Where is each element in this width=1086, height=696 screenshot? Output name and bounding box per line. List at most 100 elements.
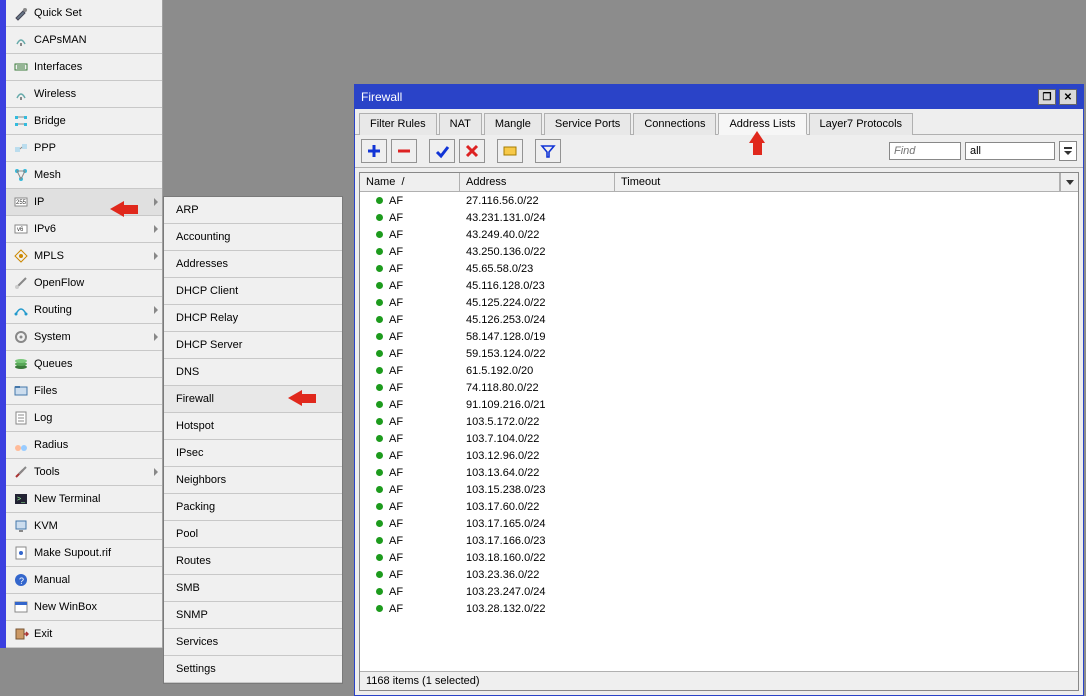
address-list-row[interactable]: AF45.125.224.0/22 [360,294,1078,311]
address-list-row[interactable]: AF103.23.247.0/24 [360,583,1078,600]
address-list-row[interactable]: AF27.116.56.0/22 [360,192,1078,209]
menu-item-routing[interactable]: Routing [6,297,162,324]
menu-item-kvm[interactable]: KVM [6,513,162,540]
submenu-item-routes[interactable]: Routes [164,548,342,575]
address-list-row[interactable]: AF45.65.58.0/23 [360,260,1078,277]
add-button[interactable] [361,139,387,163]
disable-button[interactable] [459,139,485,163]
menu-item-exit[interactable]: Exit [6,621,162,648]
address-list-row[interactable]: AF43.250.136.0/22 [360,243,1078,260]
address-list-row[interactable]: AF45.116.128.0/23 [360,277,1078,294]
submenu-item-accounting[interactable]: Accounting [164,224,342,251]
submenu-item-dhcp-server[interactable]: DHCP Server [164,332,342,359]
filter-dropdown[interactable]: all [965,142,1055,160]
tab-address-lists[interactable]: Address Lists [718,113,806,135]
tab-connections[interactable]: Connections [633,113,716,135]
menu-item-bridge[interactable]: Bridge [6,108,162,135]
address-list-row[interactable]: AF103.23.36.0/22 [360,566,1078,583]
submenu-item-neighbors[interactable]: Neighbors [164,467,342,494]
comment-button[interactable] [497,139,523,163]
menu-item-mesh[interactable]: Mesh [6,162,162,189]
address-list-row[interactable]: AF103.17.166.0/23 [360,532,1078,549]
column-header-address[interactable]: Address [460,173,615,191]
remove-button[interactable] [391,139,417,163]
submenu-arrow-icon [154,333,158,341]
address-list-row[interactable]: AF45.126.253.0/24 [360,311,1078,328]
submenu-item-settings[interactable]: Settings [164,656,342,683]
find-input[interactable] [889,142,961,160]
menu-item-radius[interactable]: Radius [6,432,162,459]
menu-item-tools[interactable]: Tools [6,459,162,486]
submenu-item-smb[interactable]: SMB [164,575,342,602]
menu-item-label: IP [34,196,44,208]
address-list-row[interactable]: AF61.5.192.0/20 [360,362,1078,379]
mesh-icon [12,167,30,183]
submenu-item-firewall[interactable]: Firewall [164,386,342,413]
submenu-item-snmp[interactable]: SNMP [164,602,342,629]
address-list-row[interactable]: AF103.13.64.0/22 [360,464,1078,481]
column-menu-button[interactable] [1060,173,1078,191]
submenu-item-hotspot[interactable]: Hotspot [164,413,342,440]
tab-nat[interactable]: NAT [439,113,482,135]
filter-button[interactable] [535,139,561,163]
submenu-item-addresses[interactable]: Addresses [164,251,342,278]
tab-layer7-protocols[interactable]: Layer7 Protocols [809,113,914,135]
menu-item-make-supout-rif[interactable]: Make Supout.rif [6,540,162,567]
tab-mangle[interactable]: Mangle [484,113,542,135]
submenu-item-dns[interactable]: DNS [164,359,342,386]
address-list-row[interactable]: AF43.231.131.0/24 [360,209,1078,226]
submenu-item-pool[interactable]: Pool [164,521,342,548]
address-list-row[interactable]: AF43.249.40.0/22 [360,226,1078,243]
address-list-row[interactable]: AF103.17.165.0/24 [360,515,1078,532]
menu-item-ppp[interactable]: PPP [6,135,162,162]
submenu-item-ipsec[interactable]: IPsec [164,440,342,467]
submenu-item-services[interactable]: Services [164,629,342,656]
address-list-row[interactable]: AF103.15.238.0/23 [360,481,1078,498]
status-dot-icon [376,486,383,493]
submenu-item-dhcp-client[interactable]: DHCP Client [164,278,342,305]
row-name: AF [360,416,460,428]
menu-item-label: Make Supout.rif [34,547,111,559]
menu-item-wireless[interactable]: Wireless [6,81,162,108]
window-close-button[interactable]: ✕ [1059,89,1077,105]
submenu-item-packing[interactable]: Packing [164,494,342,521]
row-name: AF [360,348,460,360]
menu-item-files[interactable]: Files [6,378,162,405]
address-list-row[interactable]: AF103.28.132.0/22 [360,600,1078,617]
menu-item-ipv6[interactable]: v6IPv6 [6,216,162,243]
menu-item-system[interactable]: System [6,324,162,351]
tab-filter-rules[interactable]: Filter Rules [359,113,437,135]
submenu-item-dhcp-relay[interactable]: DHCP Relay [164,305,342,332]
filter-dropdown-arrow[interactable] [1059,141,1077,161]
enable-button[interactable] [429,139,455,163]
address-list-row[interactable]: AF103.18.160.0/22 [360,549,1078,566]
address-list-row[interactable]: AF74.118.80.0/22 [360,379,1078,396]
column-header-name[interactable]: Name / [360,173,460,191]
address-list-row[interactable]: AF103.17.60.0/22 [360,498,1078,515]
menu-item-openflow[interactable]: OpenFlow [6,270,162,297]
menu-item-ip[interactable]: 255IP [6,189,162,216]
address-list-row[interactable]: AF58.147.128.0/19 [360,328,1078,345]
menu-item-quick-set[interactable]: Quick Set [6,0,162,27]
address-list-row[interactable]: AF91.109.216.0/21 [360,396,1078,413]
submenu-item-arp[interactable]: ARP [164,197,342,224]
menu-item-queues[interactable]: Queues [6,351,162,378]
menu-item-log[interactable]: Log [6,405,162,432]
address-list-row[interactable]: AF103.7.104.0/22 [360,430,1078,447]
address-list-row[interactable]: AF103.5.172.0/22 [360,413,1078,430]
submenu-arrow-icon [154,252,158,260]
radius-icon [12,437,30,453]
menu-item-capsman[interactable]: CAPsMAN [6,27,162,54]
window-restore-button[interactable]: ❐ [1038,89,1056,105]
menu-item-interfaces[interactable]: Interfaces [6,54,162,81]
menu-item-mpls[interactable]: MPLS [6,243,162,270]
menu-item-manual[interactable]: ?Manual [6,567,162,594]
menu-item-new-winbox[interactable]: New WinBox [6,594,162,621]
menu-item-new-terminal[interactable]: >_New Terminal [6,486,162,513]
tab-service-ports[interactable]: Service Ports [544,113,631,135]
grid-body[interactable]: AF27.116.56.0/22AF43.231.131.0/24AF43.24… [360,192,1078,671]
column-header-timeout[interactable]: Timeout [615,173,1060,191]
address-list-row[interactable]: AF59.153.124.0/22 [360,345,1078,362]
menu-item-label: Routing [34,304,72,316]
address-list-row[interactable]: AF103.12.96.0/22 [360,447,1078,464]
